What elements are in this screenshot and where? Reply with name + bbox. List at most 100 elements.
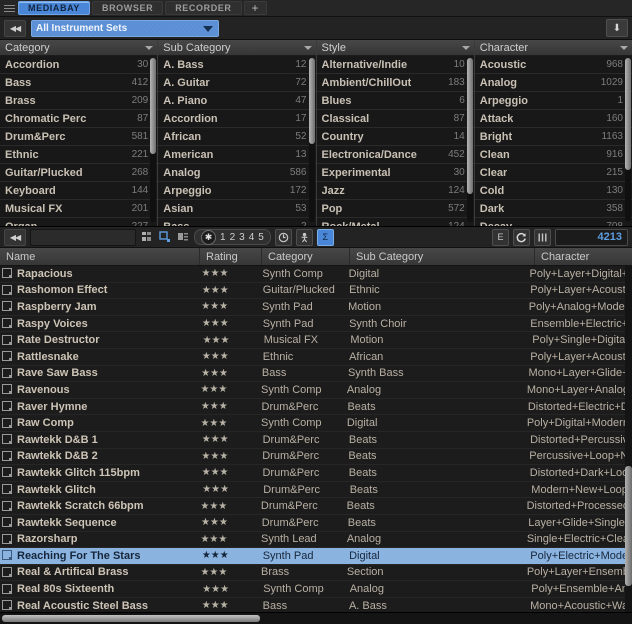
rating-value-3[interactable]: 3 [239,232,245,243]
filter-row[interactable]: Country 14 [316,128,474,147]
table-row[interactable]: Rawtekk Glitch ★★★ Drum&Perc Beats Modern+Ne… [0,482,632,499]
filter-header-character[interactable]: Character [474,40,632,57]
filter-header-sub-category[interactable]: Sub Category [158,40,316,57]
filter-row[interactable]: Drum&Perc 581 [0,128,158,147]
download-icon[interactable]: ⬇ [606,19,628,37]
filter-row[interactable]: Arpeggio 172 [158,182,316,201]
filter-row[interactable]: Dark 358 [474,200,632,219]
filter-row[interactable]: Electronica/Dance 452 [316,146,474,165]
single-view-icon[interactable] [158,230,172,244]
filter-row[interactable]: A. Guitar 72 [158,74,316,93]
filter-header-style[interactable]: Style [316,40,474,57]
filter-row[interactable]: Alternative/Indie 10 [316,56,474,75]
filter-list-character[interactable]: Acoustic 968 Analog 1029 Arpeggio 1 Attack 1… [474,56,632,226]
table-row[interactable]: Raspberry Jam ★★★ Synth Pad Motion Poly+Anal… [0,299,632,316]
column-header-sub-category[interactable]: Sub Category [350,248,535,265]
column-header-rating[interactable]: Rating [200,248,262,265]
person-icon[interactable] [295,228,313,246]
results-table-body[interactable]: Rapacious ★★★ Synth Comp Digital Poly+Layer+… [0,266,632,612]
filter-row[interactable]: Classical 87 [316,110,474,129]
filter-row[interactable]: Accordion 17 [158,110,316,129]
filter-row[interactable]: Acoustic 968 [474,56,632,75]
grid-view-icon[interactable] [140,230,154,244]
table-row[interactable]: Rattlesnake ★★★ Ethnic African Poly+Layer+Ac… [0,349,632,366]
sigma-icon[interactable]: Σ [316,228,334,246]
filter-row[interactable]: Bright 1163 [474,128,632,147]
list-view-icon[interactable] [176,230,190,244]
filter-list-sub-category[interactable]: A. Bass 12 A. Guitar 72 A. Piano 47 Accordi… [158,56,316,226]
table-row[interactable]: Rave Saw Bass ★★★ Bass Synth Bass Mono+Layer… [0,366,632,383]
skip-to-start-icon[interactable]: ◀◀ [4,228,26,246]
results-vertical-scrollbar[interactable] [625,266,632,612]
table-row[interactable]: Real 80s Sixteenth ★★★ Synth Comp Analog Pol… [0,581,632,598]
add-tab-button[interactable]: + [243,1,268,15]
filter-row[interactable]: Arpeggio 1 [474,92,632,111]
filter-scrollbar[interactable] [150,58,157,223]
filter-row[interactable]: Bass 2 [158,218,315,226]
filter-row[interactable]: Brass 209 [0,92,158,111]
rating-value-4[interactable]: 4 [249,232,255,243]
filter-row[interactable]: Keyboard 144 [0,182,158,201]
filter-row[interactable]: Decay 708 [475,218,632,226]
table-row[interactable]: Rawtekk D&B 1 ★★★ Drum&Perc Beats Distorted+… [0,432,632,449]
rating-value-1[interactable]: 1 [220,232,226,243]
star-icon[interactable]: ✱ [201,229,216,245]
table-row[interactable]: Raw Comp ★★★ Synth Comp Digital Poly+Digital… [0,415,632,432]
filter-row[interactable]: Organ 227 [0,218,157,226]
table-row[interactable]: Reaching For The Stars ★★★ Synth Pad Digita… [0,548,632,565]
results-horizontal-scrollbar[interactable] [0,612,632,624]
filter-row[interactable]: Analog 1029 [474,74,632,93]
refresh-icon[interactable] [513,228,530,246]
column-header-name[interactable]: Name [0,248,200,265]
filter-row[interactable]: Guitar/Plucked 268 [0,164,158,183]
skip-to-start-icon[interactable]: ◀◀ [4,19,26,37]
filter-row[interactable]: American 13 [158,146,316,165]
table-row[interactable]: Rawtekk Scratch 66bpm ★★★ Drum&Perc Beats Di… [0,498,632,515]
filter-row[interactable]: Ambient/ChillOut 183 [316,74,474,93]
table-row[interactable]: Razorsharp ★★★ Synth Lead Analog Single+Elec… [0,532,632,549]
table-row[interactable]: Rawtekk Sequence ★★★ Drum&Perc Beats Layer+G… [0,515,632,532]
tab-recorder[interactable]: RECORDER [165,1,242,15]
filter-row[interactable]: Asian 53 [158,200,316,219]
column-header-character[interactable]: Character [535,248,632,265]
editor-icon[interactable]: E [492,228,509,246]
filter-row[interactable]: Blues 6 [316,92,474,111]
rating-value-5[interactable]: 5 [258,232,264,243]
table-row[interactable]: Rate Destructor ★★★ Musical FX Motion Poly+S… [0,332,632,349]
history-icon[interactable] [274,228,292,246]
menu-icon[interactable] [0,0,18,16]
filter-scrollbar[interactable] [625,58,631,223]
filter-header-category[interactable]: Category [0,40,158,57]
filter-row[interactable]: Analog 586 [158,164,316,183]
tab-browser[interactable]: BROWSER [91,1,164,15]
filter-row[interactable]: Cold 130 [474,182,632,201]
filter-row[interactable]: African 52 [158,128,316,147]
search-input[interactable] [30,228,136,246]
table-row[interactable]: Ravenous ★★★ Synth Comp Analog Mono+Layer+An… [0,382,632,399]
filter-row[interactable]: Clean 916 [474,146,632,165]
table-row[interactable]: Real Acoustic Steel Bass ★★★ Bass A. Bass Mo… [0,598,632,612]
filter-scrollbar[interactable] [308,58,315,223]
table-row[interactable]: Raspy Voices ★★★ Synth Pad Synth Choir Ensem… [0,316,632,333]
table-row[interactable]: Rapacious ★★★ Synth Comp Digital Poly+Layer+… [0,266,632,283]
filter-row[interactable]: A. Piano 47 [158,92,316,111]
filter-row[interactable]: Accordion 30 [0,56,158,75]
column-header-category[interactable]: Category [262,248,350,265]
filter-row[interactable]: Clear 215 [474,164,632,183]
rating-filter[interactable]: ✱ 1 2 3 4 5 [194,229,271,245]
table-row[interactable]: Rashomon Effect ★★★ Guitar/Plucked Ethnic Po… [0,283,632,300]
table-row[interactable]: Rawtekk Glitch 115bpm ★★★ Drum&Perc Beats Di… [0,465,632,482]
filter-row[interactable]: Pop 572 [316,200,474,219]
filter-row[interactable]: A. Bass 12 [158,56,316,75]
filter-scrollbar[interactable] [466,58,473,223]
filter-row[interactable]: Jazz 124 [316,182,474,201]
filter-row[interactable]: Rock/Metal 124 [317,218,474,226]
filter-row[interactable]: Ethnic 221 [0,146,158,165]
table-row[interactable]: Real & Artifical Brass ★★★ Brass Section Pol… [0,565,632,582]
table-row[interactable]: Rawtekk D&B 2 ★★★ Drum&Perc Beats Percussive… [0,449,632,466]
columns-icon[interactable] [534,228,551,246]
filter-row[interactable]: Chromatic Perc 87 [0,110,158,129]
filter-list-style[interactable]: Alternative/Indie 10 Ambient/ChillOut 183 … [316,56,474,226]
filter-list-category[interactable]: Accordion 30 Bass 412 Brass 209 Chromatic P… [0,56,158,226]
rating-value-2[interactable]: 2 [230,232,236,243]
